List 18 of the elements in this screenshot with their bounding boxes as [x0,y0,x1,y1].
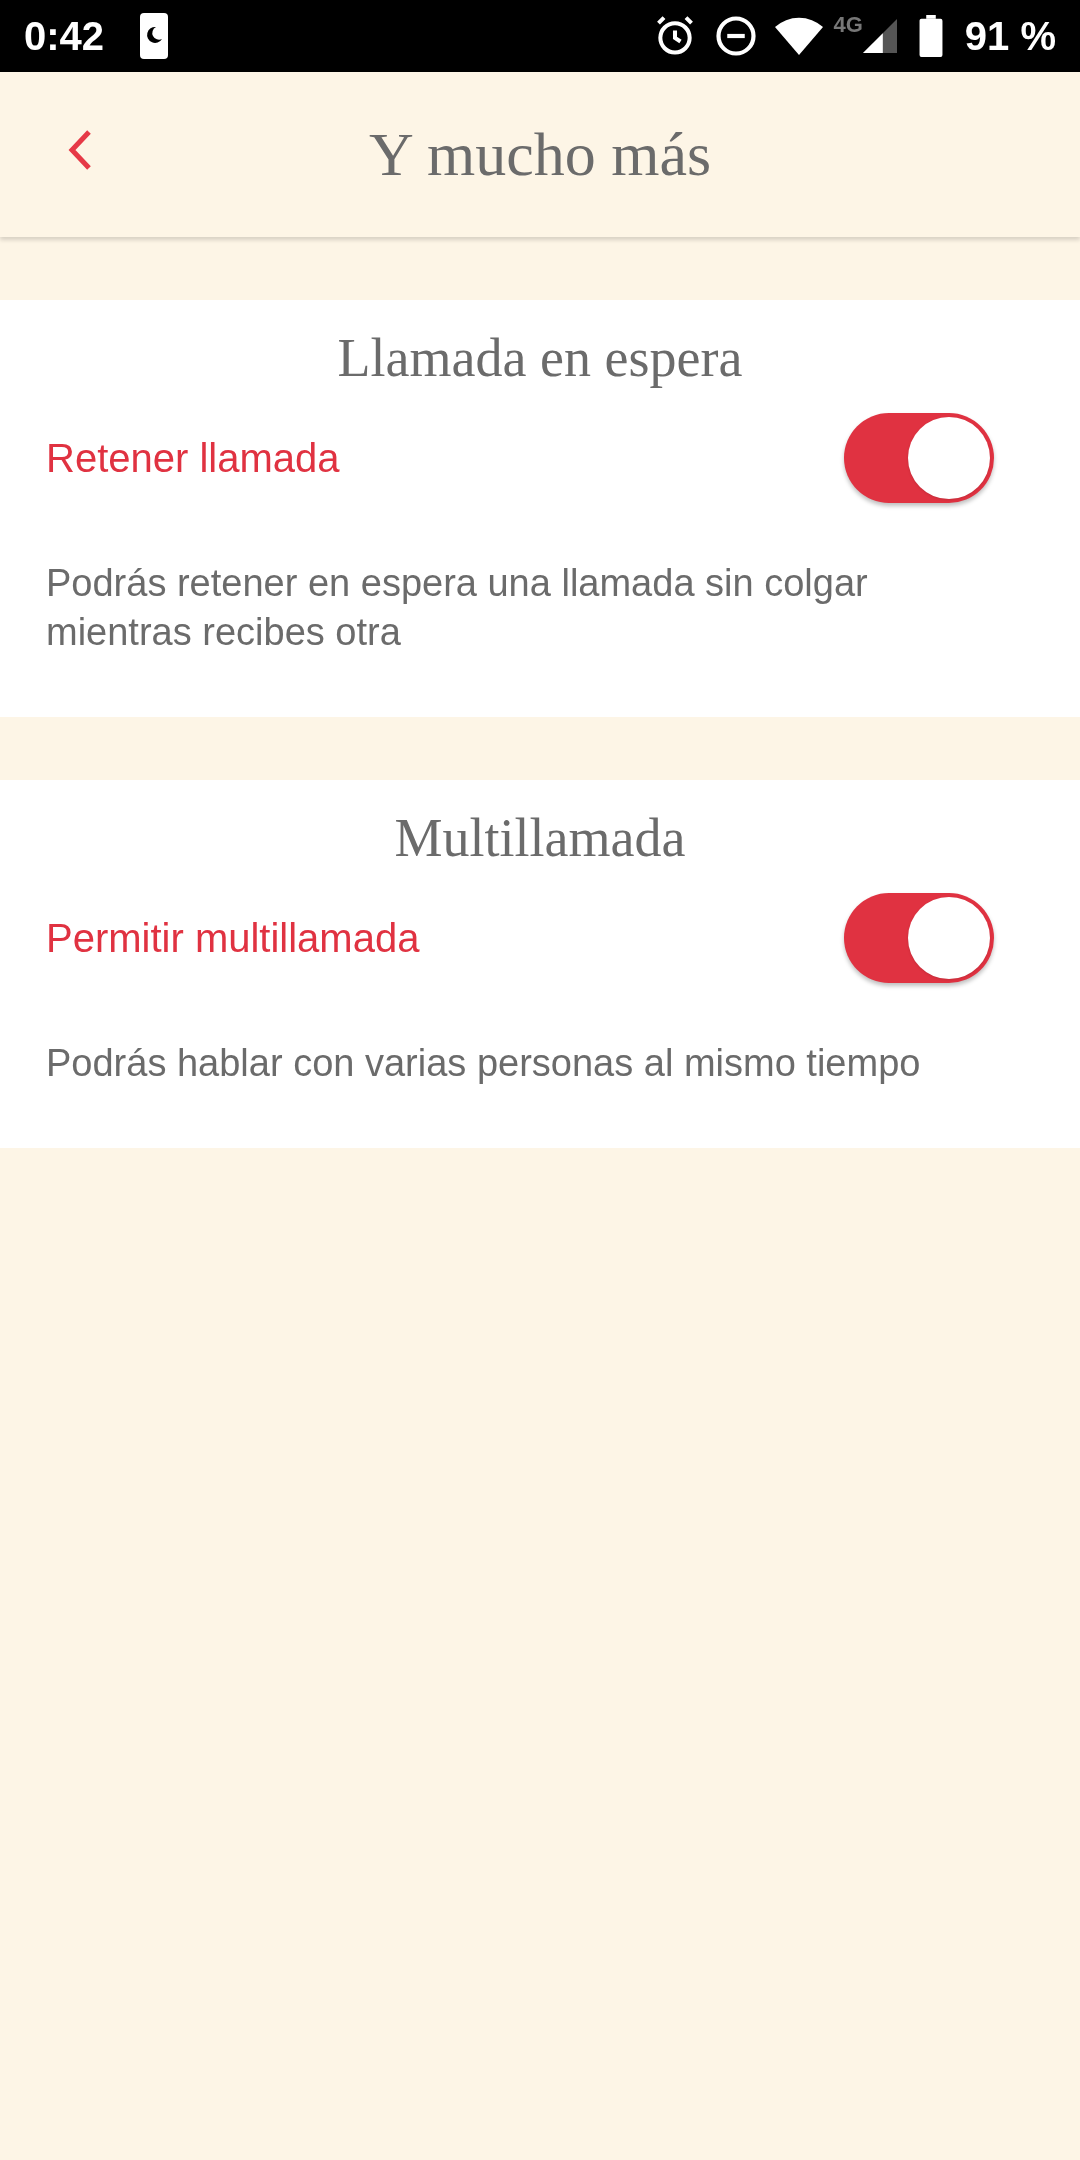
setting-description: Podrás hablar con varias personas al mismo tiempo [46,1040,922,1086]
section-title: Multillamada [393,806,687,870]
toggle-switch[interactable] [844,892,994,983]
page-title: Y mucho más [368,119,712,190]
do-not-disturb-icon [715,15,758,57]
network-type: 4G [833,11,863,39]
setting-label: Retener llamada [46,434,340,482]
signal-icon [862,19,897,53]
section-title: Llamada en espera [336,327,744,390]
toggle-switch[interactable] [844,412,994,503]
wifi-icon [775,17,824,55]
phone-icon [140,13,169,59]
setting-description: Podrás retener en espera una llamada sin colgar mientras recibes otra [46,560,869,655]
battery-icon [918,15,943,57]
back-chevron-icon [67,129,93,171]
setting-label: Permitir multillamada [46,914,420,962]
battery-level: 91 % [964,13,1056,60]
status-time: 0:42 [24,13,105,60]
